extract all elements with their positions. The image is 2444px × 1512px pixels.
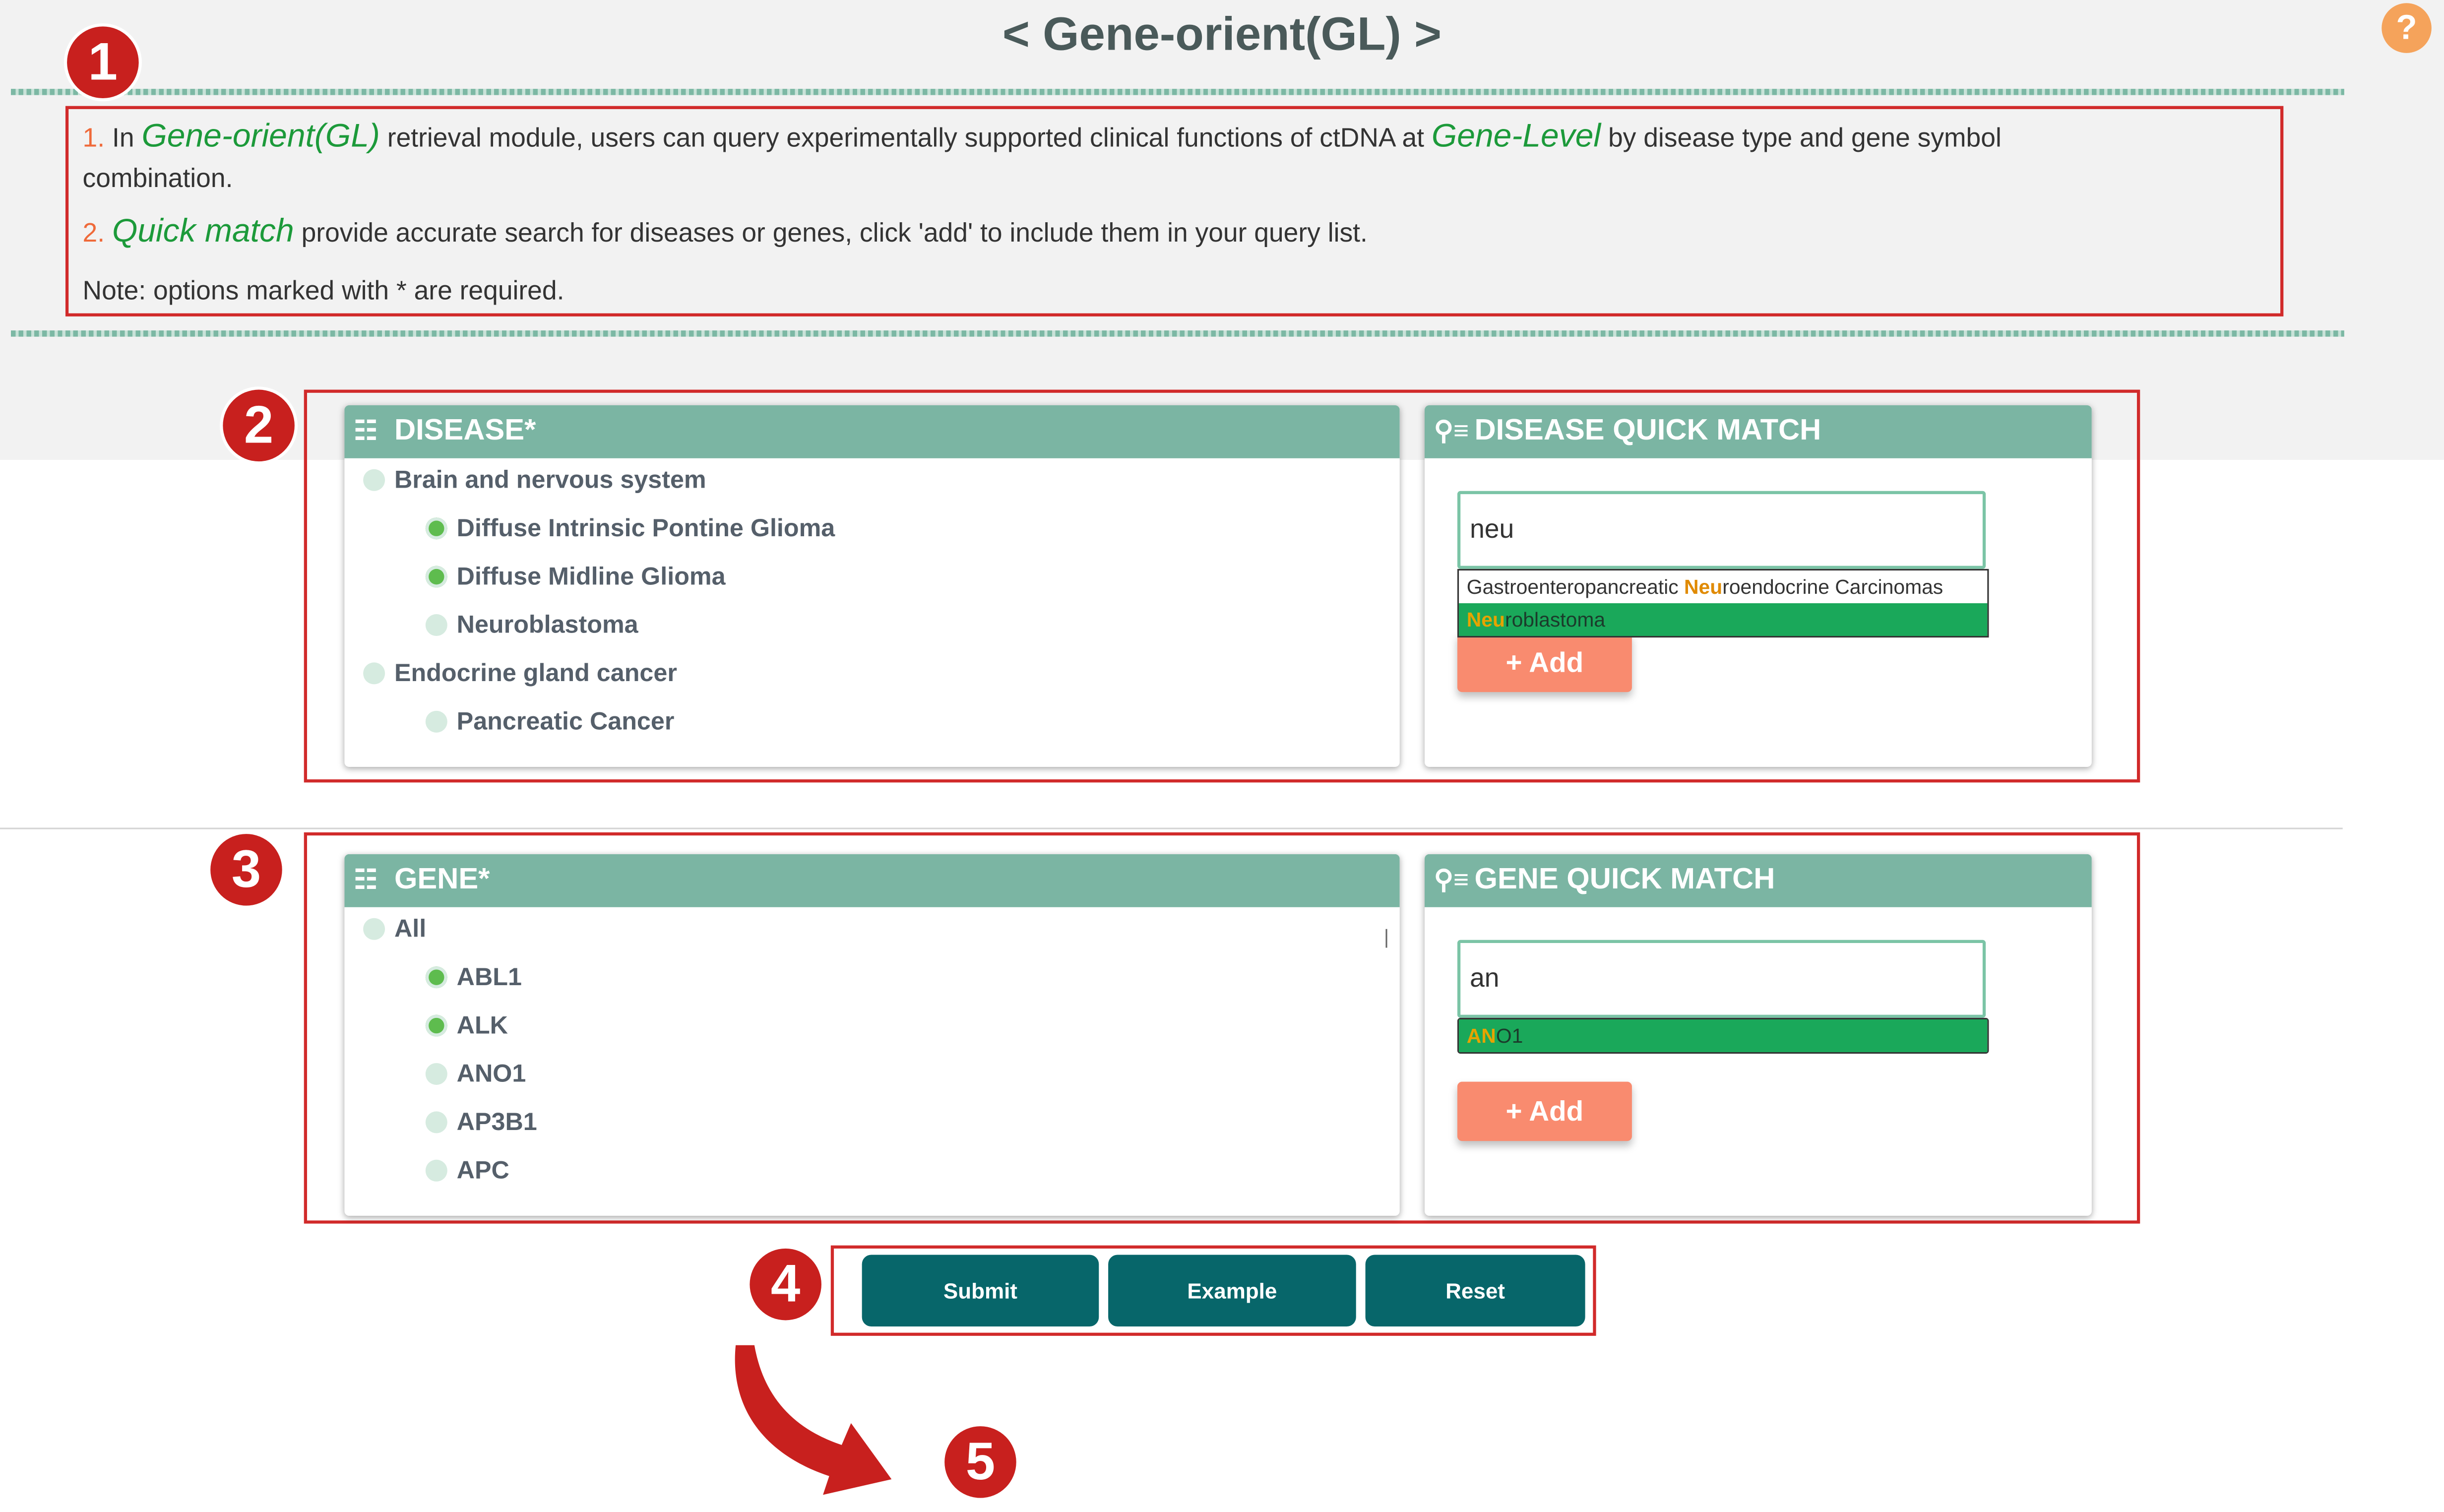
gene-quick-header: ⚲≡ GENE QUICK MATCH [1424,854,2092,907]
tree-item-label: ALK [456,1013,508,1040]
tree-item-label: Diffuse Intrinsic Pontine Glioma [456,516,835,543]
tree-item-label: ABL1 [456,965,522,992]
disease-suggestions: Gastroenteropancreatic Neuroendocrine Ca… [1457,568,1989,638]
disease-search-input[interactable]: neu [1457,491,1986,569]
gene-suggestions: ANO1 [1457,1017,1989,1054]
tree-item-apc[interactable]: APC [425,1158,509,1187]
disease-panel: ☷ DISEASE* Brain and nervous system Diff… [344,405,1400,767]
check-circle-icon[interactable] [425,1014,447,1037]
divider-top [10,89,2344,95]
section-separator [0,827,2343,829]
reset-button[interactable]: Reset [1365,1255,1585,1327]
radio-icon[interactable] [425,614,447,636]
intro-text: provide accurate search for diseases or … [301,218,1368,248]
tree-item-label: ANO1 [456,1061,526,1088]
search-list-icon: ⚲≡ [1434,416,1469,446]
tree-item-dmg[interactable]: Diffuse Midline Glioma [425,564,726,592]
tree-item-label: Endocrine gland cancer [394,661,677,688]
suggestion-item-selected[interactable]: Neuroblastoma [1459,603,1988,636]
example-button[interactable]: Example [1108,1255,1356,1327]
gene-quick-label: GENE QUICK MATCH [1474,863,1775,896]
tree-item-label: APC [456,1158,509,1185]
suggestion-item[interactable]: Gastroenteropancreatic Neuroendocrine Ca… [1459,570,1987,603]
plus-icon: + [1505,647,1522,678]
gene-orient-page: < Gene-orient(GL) > ? 1. In Gene-orient(… [0,0,2444,1512]
tree-item-pancreatic[interactable]: Pancreatic Cancer [425,709,675,738]
submit-button[interactable]: Submit [862,1255,1099,1327]
tree-item-label: Pancreatic Cancer [456,709,675,736]
list-tree-icon: ☷ [354,416,378,446]
search-list-icon: ⚲≡ [1434,865,1469,895]
disease-panel-header: ☷ DISEASE* [344,405,1400,458]
tree-item-label: AP3B1 [456,1110,537,1136]
tree-item-label: All [394,916,427,944]
tree-item-ap3b1[interactable]: AP3B1 [425,1110,537,1138]
gene-header-label: GENE* [394,863,490,896]
intro-line-1: 1. In Gene-orient(GL) retrieval module, … [83,119,2002,156]
gene-search-input[interactable]: an [1457,940,1986,1018]
gene-panel: ☷ GENE* All ABL1 ALK ANO1 AP3B1 APC [344,854,1400,1216]
callout-2: 2 [223,389,295,462]
check-circle-icon[interactable] [425,566,447,588]
radio-icon[interactable] [425,710,447,733]
radio-icon[interactable] [363,918,385,940]
tree-item-label: Brain and nervous system [394,467,706,495]
intro-text: In [112,123,134,153]
callout-5: 5 [944,1426,1016,1498]
plus-icon: + [1505,1095,1522,1127]
check-circle-icon[interactable] [425,966,447,989]
add-label: Add [1529,647,1584,678]
disease-add-button[interactable]: + Add [1457,632,1632,693]
radio-icon[interactable] [363,469,385,491]
tree-item-dipg[interactable]: Diffuse Intrinsic Pontine Glioma [425,516,835,544]
suggestion-item-selected[interactable]: ANO1 [1459,1019,1988,1052]
tree-item-label: Neuroblastoma [456,612,638,639]
tree-item-label: Diffuse Midline Glioma [456,564,726,591]
tree-item-ano1[interactable]: ANO1 [425,1061,526,1090]
gene-quick-match-panel: ⚲≡ GENE QUICK MATCH an ANO1 + Add [1424,854,2092,1216]
intro-text: retrieval module, users can query experi… [387,123,1425,153]
disease-header-label: DISEASE* [394,414,536,447]
intro-line-1-cont: combination. [82,163,233,193]
intro-line-2: 2. Quick match provide accurate search f… [83,213,1368,251]
check-circle-icon[interactable] [425,517,447,540]
tree-item-all[interactable]: All [363,917,426,945]
disease-quick-label: DISEASE QUICK MATCH [1474,414,1821,447]
intro-num-2: 2. [82,218,105,248]
page-title: < Gene-orient(GL) > [1002,9,1442,61]
tree-item-alk[interactable]: ALK [425,1013,508,1041]
radio-icon[interactable] [425,1111,447,1134]
radio-icon[interactable] [425,1063,447,1085]
callout-3: 3 [210,834,282,906]
intro-num-1: 1. [82,123,105,153]
gene-panel-header: ☷ GENE* [344,854,1400,907]
tree-item-endocrine[interactable]: Endocrine gland cancer [363,661,677,689]
tree-item-brain[interactable]: Brain and nervous system [363,468,706,496]
list-tree-icon: ☷ [354,865,378,895]
radio-icon[interactable] [425,1159,447,1182]
text-cursor [1385,929,1387,948]
callout-1: 1 [67,26,139,98]
required-note: Note: options marked with * are required… [82,276,564,306]
divider-bottom [10,330,2344,337]
callout-4: 4 [750,1248,821,1321]
question-circle-icon[interactable]: ? [2381,3,2432,53]
gene-add-button[interactable]: + Add [1457,1081,1632,1141]
module-name: Gene-orient(GL) [141,118,380,155]
tree-item-abl1[interactable]: ABL1 [425,965,522,993]
quick-match-term: Quick match [112,213,294,250]
disease-quick-header: ⚲≡ DISEASE QUICK MATCH [1424,405,2092,458]
tree-item-neuroblastoma[interactable]: Neuroblastoma [425,612,638,641]
disease-quick-match-panel: ⚲≡ DISEASE QUICK MATCH neu + Add Gastroe… [1424,405,2092,767]
curved-arrow-icon [735,1345,892,1495]
level-name: Gene-Level [1431,118,1601,155]
radio-icon[interactable] [363,662,385,685]
add-label: Add [1529,1095,1584,1127]
intro-text: by disease type and gene symbol [1608,123,2002,153]
